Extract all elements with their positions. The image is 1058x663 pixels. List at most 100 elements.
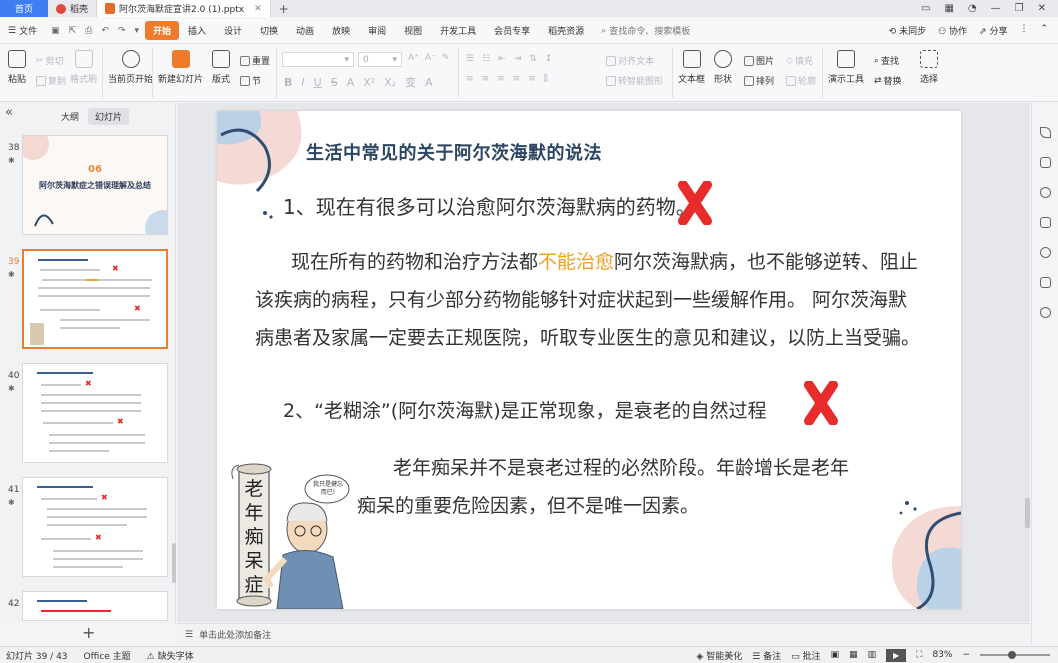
replace-button[interactable]: ⇄ 替换: [874, 74, 902, 88]
indent-decrease-icon[interactable]: ⇤: [498, 54, 506, 64]
justify-icon[interactable]: ≡: [513, 74, 521, 84]
layout-icon[interactable]: ▭: [921, 3, 930, 14]
align-right-icon[interactable]: ≡: [497, 74, 505, 84]
number-list-icon[interactable]: ☷: [482, 54, 490, 64]
image-icon[interactable]: [1040, 277, 1051, 288]
select-button[interactable]: 选择: [920, 50, 938, 85]
tab-outline[interactable]: 大纲: [54, 108, 86, 125]
paste-button[interactable]: 粘贴: [8, 50, 26, 85]
notes-bar[interactable]: ☰ 单击此处添加备注: [177, 623, 1030, 645]
align-left-icon[interactable]: ≡: [466, 74, 474, 84]
shrink-font-icon[interactable]: A⁻: [425, 53, 436, 63]
cut-button[interactable]: ✂ 剪切: [36, 54, 64, 68]
smart-graphic-button[interactable]: 转智能图形: [606, 74, 663, 87]
share-button[interactable]: ⇗ 分享: [979, 24, 1007, 37]
beautify-button[interactable]: ◈ 智能美化: [696, 649, 742, 662]
slide-thumbnail-38[interactable]: 06 阿尔茨海默症之错误理解及总结: [22, 135, 168, 235]
comments-toggle[interactable]: ▭ 批注: [791, 649, 820, 662]
magic-icon[interactable]: [1040, 187, 1051, 198]
underline-icon[interactable]: U: [314, 76, 322, 89]
outline-button[interactable]: 轮廓: [786, 74, 816, 87]
settings-sliders-icon[interactable]: [1040, 157, 1051, 168]
collapse-ribbon-icon[interactable]: ⌃: [1040, 24, 1048, 37]
grid-icon[interactable]: ▦: [944, 3, 953, 14]
align-center-icon[interactable]: ≡: [482, 74, 490, 84]
slide-thumbnail-40[interactable]: ✖ ✖: [22, 363, 168, 463]
grow-font-icon[interactable]: A⁺: [408, 53, 419, 63]
thumbnail-scrollbar[interactable]: [172, 543, 176, 583]
dropdown-icon[interactable]: ▾: [134, 26, 139, 36]
find-button[interactable]: ⌕ 查找: [874, 54, 899, 68]
collapse-panel-icon[interactable]: «: [5, 105, 13, 120]
slide-thumbnail-41[interactable]: ✖ ✖: [22, 477, 168, 577]
shadow-icon[interactable]: A: [347, 76, 355, 89]
zoom-out-icon[interactable]: −: [962, 650, 970, 660]
maximize-icon[interactable]: ❐: [1015, 3, 1024, 14]
reset-button[interactable]: 重置: [240, 54, 270, 67]
menu-member[interactable]: 会员专享: [485, 24, 539, 37]
reading-view-icon[interactable]: ▥: [868, 650, 877, 660]
menu-review[interactable]: 审阅: [359, 24, 395, 37]
new-slide-button[interactable]: 新建幻灯片: [158, 50, 203, 85]
distribute-icon[interactable]: ≡: [528, 74, 536, 84]
menu-slideshow[interactable]: 放映: [323, 24, 359, 37]
print-icon[interactable]: ⎙: [85, 26, 92, 36]
font-color-icon[interactable]: A: [425, 76, 433, 89]
columns-icon[interactable]: ⫼: [544, 74, 548, 84]
layout-button[interactable]: 版式: [212, 50, 230, 85]
tab-docer[interactable]: 稻壳: [48, 0, 98, 17]
menu-developer[interactable]: 开发工具: [431, 24, 485, 37]
sorter-view-icon[interactable]: ▦: [849, 650, 858, 660]
clear-format-icon[interactable]: ✎: [442, 53, 450, 63]
font-size-select[interactable]: 0 ▾: [358, 52, 402, 67]
notes-toggle[interactable]: ☰ 备注: [752, 649, 781, 662]
picture-button[interactable]: 图片: [744, 54, 774, 67]
slide-thumbnail-39[interactable]: ✖ ✖: [22, 249, 168, 349]
format-painter-button[interactable]: 格式刷: [70, 50, 97, 85]
theme-name[interactable]: Office 主题: [84, 649, 131, 662]
font-family-select[interactable]: ▾: [282, 52, 354, 67]
tab-home[interactable]: 首页: [0, 0, 48, 17]
presenter-tools-button[interactable]: 演示工具: [828, 50, 864, 85]
phonetic-icon[interactable]: 变: [405, 74, 416, 90]
redo-icon[interactable]: ↷: [118, 26, 126, 36]
location-icon[interactable]: [1040, 307, 1051, 318]
menu-insert[interactable]: 插入: [179, 24, 215, 37]
tab-slides[interactable]: 幻灯片: [88, 108, 130, 125]
copy-button[interactable]: 复制: [36, 74, 66, 87]
close-tab-icon[interactable]: ✕: [254, 4, 262, 14]
close-window-icon[interactable]: ✕: [1038, 3, 1046, 14]
arrange-button[interactable]: 排列: [744, 74, 774, 87]
menu-transition[interactable]: 切换: [251, 24, 287, 37]
subscript-icon[interactable]: X₂: [384, 76, 396, 89]
superscript-icon[interactable]: X²: [363, 76, 375, 89]
menu-view[interactable]: 视图: [395, 24, 431, 37]
fit-window-icon[interactable]: ⛶: [916, 650, 922, 660]
bullet-list-icon[interactable]: ☰: [466, 54, 474, 64]
file-menu[interactable]: ☰ 文件: [0, 24, 45, 38]
copy-pages-icon[interactable]: [1040, 217, 1051, 228]
zoom-slider-knob[interactable]: [1008, 651, 1016, 659]
menu-animation[interactable]: 动画: [287, 24, 323, 37]
fill-button[interactable]: ◇ 填充: [786, 54, 813, 68]
indent-increase-icon[interactable]: ⇥: [514, 54, 522, 64]
export-icon[interactable]: ⇱: [69, 26, 77, 36]
normal-view-icon[interactable]: ▣: [831, 650, 840, 660]
strikethrough-icon[interactable]: S: [331, 76, 338, 89]
canvas-scrollbar[interactable]: [1025, 498, 1030, 528]
section-button[interactable]: 节: [240, 74, 261, 87]
text-direction-icon[interactable]: ⇅: [529, 54, 537, 64]
line-spacing-icon[interactable]: ↕: [545, 54, 553, 64]
menu-home[interactable]: 开始: [144, 21, 179, 40]
slide-thumbnail-42[interactable]: [22, 591, 168, 621]
sync-button[interactable]: ⟲ 未同步: [889, 24, 926, 37]
tab-document[interactable]: 阿尔茨海默症宣讲2.0 (1).pptx ✕: [97, 0, 271, 17]
command-search[interactable]: ⌕ 查找命令、搜索模板: [601, 24, 690, 38]
collab-button[interactable]: ⚇ 协作: [938, 24, 967, 37]
align-text-button[interactable]: 对齐文本: [606, 54, 654, 67]
minimize-icon[interactable]: —: [991, 3, 1001, 14]
italic-icon[interactable]: I: [301, 76, 304, 89]
pin-icon[interactable]: [1040, 127, 1051, 138]
save-icon[interactable]: ▣: [51, 26, 60, 36]
play-from-current-button[interactable]: 当前页开始: [108, 50, 153, 85]
